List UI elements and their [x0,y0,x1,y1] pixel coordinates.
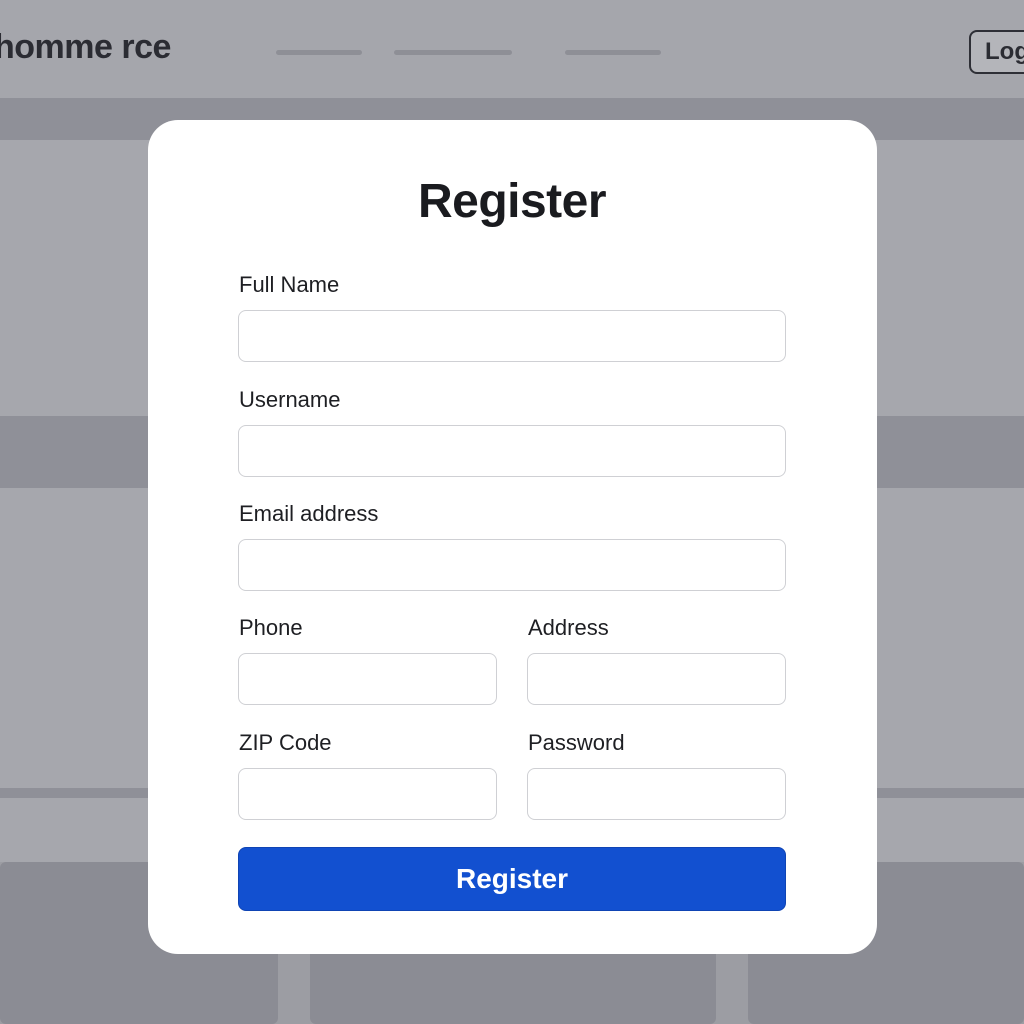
nav-link-placeholder [565,50,661,55]
password-input[interactable] [527,768,786,820]
address-input[interactable] [527,653,786,705]
address-label: Address [528,615,609,640]
email-input[interactable] [238,539,786,591]
background-header: homme rce Log [0,0,1024,98]
password-label: Password [528,730,625,755]
login-button: Log [969,30,1024,74]
nav-link-placeholder [394,50,512,55]
register-button[interactable]: Register [238,847,786,911]
username-input[interactable] [238,425,786,477]
page-root: homme rce Log Register Full Name Usernam… [0,0,1024,1024]
full-name-input[interactable] [238,310,786,362]
nav-link-placeholder [276,50,362,55]
brand-logo: homme rce [0,28,171,66]
username-label: Username [239,387,341,412]
phone-input[interactable] [238,653,497,705]
modal-title: Register [417,175,607,228]
zip-code-input[interactable] [238,768,497,820]
zip-code-label: ZIP Code [239,730,332,755]
register-modal [148,120,877,954]
phone-label: Phone [239,615,303,640]
email-label: Email address [239,501,379,526]
full-name-label: Full Name [239,272,340,297]
